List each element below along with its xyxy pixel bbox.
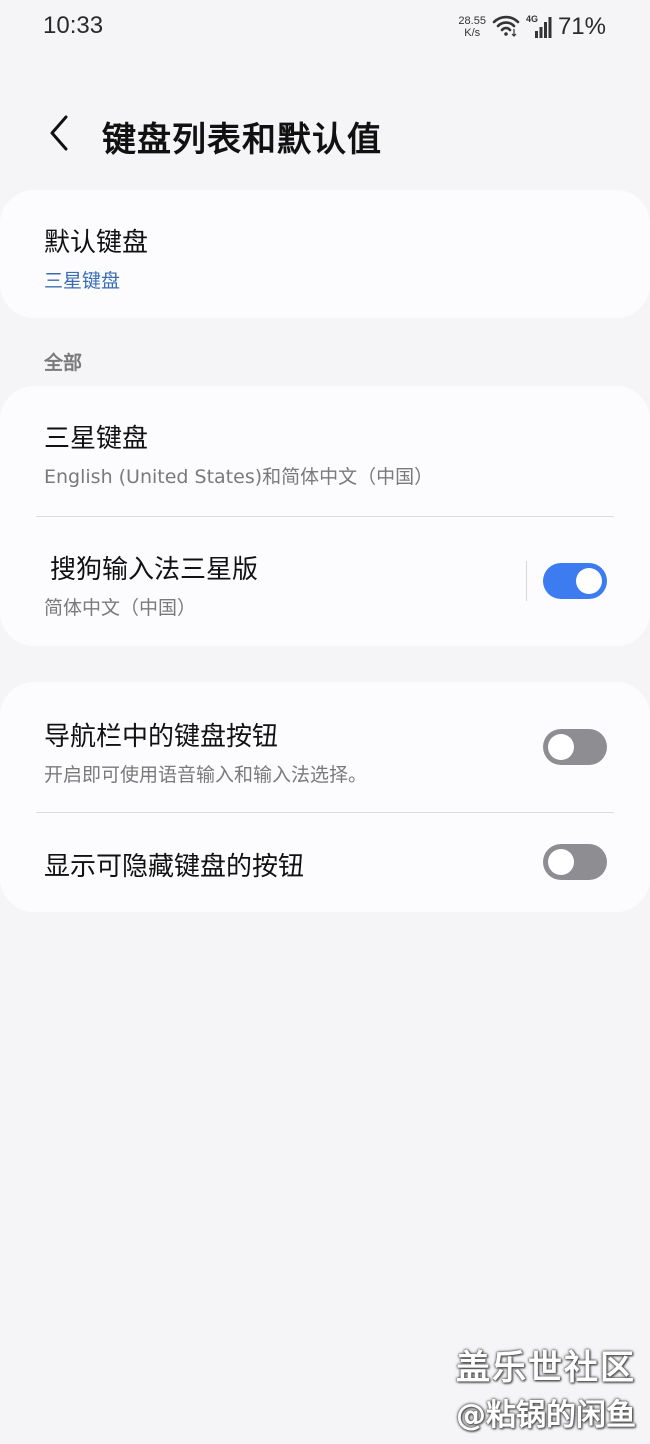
hide-keyboard-button-row[interactable]: 显示可隐藏键盘的按钮 <box>0 813 650 912</box>
watermark-community: 盖乐世社区 <box>456 1348 636 1388</box>
chevron-left-icon <box>46 113 70 157</box>
toggle-knob <box>576 568 602 594</box>
default-keyboard-row[interactable]: 默认键盘 三星键盘 <box>0 190 650 318</box>
keyboard-item-samsung[interactable]: 三星键盘 English (United States)和简体中文（中国） <box>0 386 650 516</box>
navbar-keyboard-button-title: 导航栏中的键盘按钮 <box>44 722 279 752</box>
keyboard-item-subtitle: 简体中文（中国） <box>44 597 197 619</box>
keyboards-list-card: 三星键盘 English (United States)和简体中文（中国） 搜狗… <box>0 386 650 646</box>
keyboard-item-subtitle: English (United States)和简体中文（中国） <box>44 466 434 488</box>
vertical-separator <box>526 561 527 601</box>
default-keyboard-title: 默认键盘 <box>44 228 149 258</box>
wifi-icon <box>492 13 520 41</box>
cellular-signal-icon: 4G <box>526 14 552 40</box>
keyboard-item-title: 搜狗输入法三星版 <box>50 555 259 585</box>
default-keyboard-value: 三星键盘 <box>44 270 121 292</box>
keyboard-item-sogou[interactable]: 搜狗输入法三星版 简体中文（中国） <box>0 517 650 646</box>
sogou-keyboard-toggle[interactable] <box>543 563 607 599</box>
header: 键盘列表和默认值 <box>0 100 650 170</box>
battery-percent: 71% <box>557 13 606 40</box>
keyboard-buttons-card: 导航栏中的键盘按钮 开启即可使用语音输入和输入法选择。 显示可隐藏键盘的按钮 <box>0 682 650 912</box>
page-title: 键盘列表和默认值 <box>102 120 382 160</box>
status-bar: 10:33 28.55 K/s 4G 71% <box>0 0 650 56</box>
default-keyboard-card: 默认键盘 三星键盘 <box>0 190 650 318</box>
net-speed-value: 28.55 <box>458 15 486 27</box>
keyboard-item-title: 三星键盘 <box>44 424 149 454</box>
back-button[interactable] <box>36 110 80 160</box>
watermark-author: @粘锅的闲鱼 <box>456 1398 636 1433</box>
toggle-knob <box>548 849 574 875</box>
toggle-knob <box>548 734 574 760</box>
section-label-all: 全部 <box>44 352 83 374</box>
net-speed: 28.55 K/s <box>458 15 486 39</box>
screen: 10:33 28.55 K/s 4G 71% 键盘列表和默认值 默认键盘 三星键… <box>0 0 650 1444</box>
hide-keyboard-button-toggle[interactable] <box>543 844 607 880</box>
navbar-keyboard-button-toggle[interactable] <box>543 729 607 765</box>
navbar-keyboard-button-subtitle: 开启即可使用语音输入和输入法选择。 <box>44 764 368 786</box>
status-icons: 28.55 K/s 4G 71% <box>458 12 606 42</box>
navbar-keyboard-button-row[interactable]: 导航栏中的键盘按钮 开启即可使用语音输入和输入法选择。 <box>0 682 650 812</box>
hide-keyboard-button-title: 显示可隐藏键盘的按钮 <box>44 852 305 882</box>
net-speed-unit: K/s <box>464 27 481 39</box>
status-time: 10:33 <box>43 12 104 39</box>
